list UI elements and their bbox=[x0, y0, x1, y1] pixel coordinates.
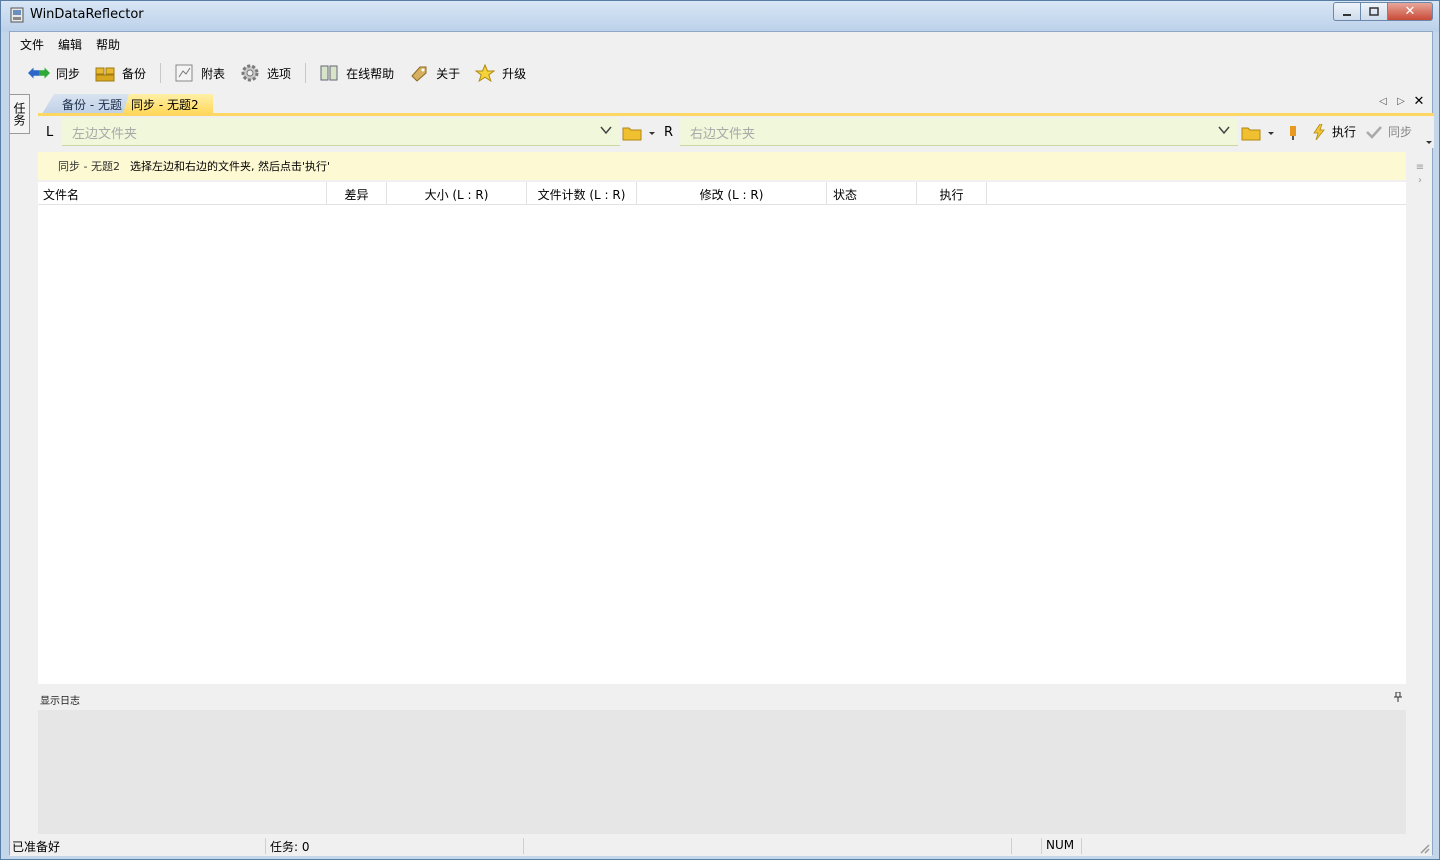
menu-lines-icon: ≡ bbox=[1415, 162, 1425, 173]
status-empty bbox=[1012, 838, 1042, 854]
status-empty bbox=[524, 838, 1012, 854]
sync-arrows-icon bbox=[28, 63, 50, 83]
side-tab-label: 任务 bbox=[12, 102, 26, 126]
backup-label: 备份 bbox=[122, 66, 147, 81]
expand-arrow-icon: › bbox=[1418, 175, 1422, 186]
right-side-label: R bbox=[664, 125, 674, 140]
tab-next-icon[interactable]: ▷ bbox=[1392, 96, 1410, 107]
file-grid[interactable]: 文件名 差异 大小 (L : R) 文件计数 (L : R) 修改 (L : R… bbox=[38, 182, 1406, 684]
column-size[interactable]: 大小 (L : R) bbox=[387, 182, 527, 205]
backup-button[interactable]: 备份 bbox=[90, 60, 150, 86]
appendix-icon bbox=[173, 63, 195, 83]
column-filename[interactable]: 文件名 bbox=[38, 182, 327, 205]
more-dropdown-icon[interactable] bbox=[1425, 138, 1433, 146]
document-tabs: 备份 - 无题 同步 - 无题2 bbox=[38, 92, 1434, 114]
status-bar: 已准备好 任务: 0 NUM bbox=[10, 836, 1432, 856]
tab-prev-icon[interactable]: ◁ bbox=[1374, 96, 1392, 107]
right-folder-placeholder: 右边文件夹 bbox=[690, 127, 756, 142]
online-help-label: 在线帮助 bbox=[346, 66, 395, 81]
close-icon: ✕ bbox=[1404, 4, 1416, 19]
book-icon bbox=[318, 63, 340, 83]
status-num: NUM bbox=[1042, 838, 1082, 854]
tab-backup[interactable]: 备份 - 无题 bbox=[42, 94, 132, 114]
folder-icon bbox=[1241, 127, 1261, 141]
tab-close-icon[interactable]: ✕ bbox=[1410, 94, 1428, 109]
tab-sync[interactable]: 同步 - 无题2 bbox=[123, 94, 213, 114]
column-action[interactable]: 执行 bbox=[917, 182, 987, 205]
right-folder-browse-button[interactable] bbox=[1241, 124, 1275, 142]
info-bar: 同步 - 无题2 选择左边和右边的文件夹, 然后点击'执行' bbox=[38, 152, 1406, 180]
status-tasks: 任务: 0 bbox=[266, 838, 524, 854]
menu-bar: 文件 编辑 帮助 bbox=[10, 32, 1432, 56]
window-title: WinDataReflector bbox=[30, 7, 144, 22]
marker-icon[interactable] bbox=[1288, 125, 1298, 141]
toolbar-separator bbox=[305, 63, 307, 83]
appendix-button[interactable]: 附表 bbox=[169, 60, 229, 86]
toolbar-separator bbox=[160, 63, 162, 83]
lightning-icon bbox=[1313, 123, 1325, 140]
menu-help[interactable]: 帮助 bbox=[90, 34, 126, 55]
side-scroller[interactable]: ≡ › bbox=[1414, 162, 1426, 222]
check-icon bbox=[1366, 125, 1382, 139]
left-side-label: L bbox=[46, 125, 54, 140]
status-ready: 已准备好 bbox=[10, 838, 266, 854]
left-folder-input[interactable]: 左边文件夹 bbox=[62, 118, 620, 146]
resize-grip-icon[interactable] bbox=[1418, 842, 1430, 854]
tab-backup-label: 备份 - 无题 bbox=[62, 98, 122, 112]
info-title: 同步 - 无题2 bbox=[58, 160, 120, 173]
sync-run-button[interactable]: 同步 bbox=[1366, 123, 1412, 140]
tag-icon bbox=[408, 63, 430, 83]
log-label[interactable]: 显示日志 bbox=[40, 692, 80, 707]
side-tab-tasks[interactable]: 任务 bbox=[10, 94, 30, 134]
folder-icon bbox=[622, 127, 642, 141]
options-label: 选项 bbox=[267, 66, 292, 81]
minimize-icon bbox=[1343, 13, 1351, 16]
sync-button[interactable]: 同步 bbox=[24, 60, 84, 86]
execute-button[interactable]: 执行 bbox=[1312, 123, 1356, 140]
upgrade-button[interactable]: 升级 bbox=[470, 60, 530, 86]
online-help-button[interactable]: 在线帮助 bbox=[314, 60, 398, 86]
chevron-down-icon[interactable] bbox=[600, 124, 612, 136]
gear-icon bbox=[239, 63, 261, 83]
pin-icon[interactable] bbox=[1394, 691, 1402, 705]
dropdown-arrow-icon bbox=[649, 132, 655, 135]
sync-label: 同步 bbox=[56, 66, 81, 81]
right-folder-input[interactable]: 右边文件夹 bbox=[680, 118, 1238, 146]
column-modified[interactable]: 修改 (L : R) bbox=[637, 182, 827, 205]
backup-icon bbox=[94, 63, 116, 83]
column-diff[interactable]: 差异 bbox=[327, 182, 387, 205]
column-file-count[interactable]: 文件计数 (L : R) bbox=[527, 182, 637, 205]
dropdown-arrow-icon bbox=[1268, 132, 1274, 135]
log-panel[interactable] bbox=[38, 710, 1406, 834]
left-folder-browse-button[interactable] bbox=[622, 124, 656, 142]
about-label: 关于 bbox=[436, 66, 461, 81]
sync-run-label: 同步 bbox=[1388, 125, 1413, 139]
grid-header: 文件名 差异 大小 (L : R) 文件计数 (L : R) 修改 (L : R… bbox=[38, 182, 1406, 205]
appendix-label: 附表 bbox=[201, 66, 226, 81]
chevron-down-icon[interactable] bbox=[1218, 124, 1230, 136]
app-window: WinDataReflector ✕ 文件 编辑 帮助 同步 备份 附表 选项 … bbox=[0, 0, 1440, 860]
close-button[interactable]: ✕ bbox=[1387, 2, 1433, 21]
upgrade-label: 升级 bbox=[502, 66, 527, 81]
maximize-button[interactable] bbox=[1360, 2, 1387, 21]
options-button[interactable]: 选项 bbox=[235, 60, 295, 86]
about-button[interactable]: 关于 bbox=[404, 60, 464, 86]
info-message: 选择左边和右边的文件夹, 然后点击'执行' bbox=[129, 160, 331, 173]
client-area: 文件 编辑 帮助 同步 备份 附表 选项 在线帮助 关于 升级 任务 备份 - … bbox=[9, 31, 1434, 856]
tab-sync-label: 同步 - 无题2 bbox=[131, 98, 199, 112]
title-bar[interactable]: WinDataReflector ✕ bbox=[1, 1, 1439, 31]
app-icon bbox=[10, 7, 24, 23]
star-icon bbox=[474, 63, 496, 83]
column-status[interactable]: 状态 bbox=[827, 182, 917, 205]
path-row: L 左边文件夹 R 右边文件夹 执行 同步 bbox=[38, 116, 1434, 148]
menu-file[interactable]: 文件 bbox=[14, 34, 50, 55]
execute-label: 执行 bbox=[1332, 125, 1357, 139]
menu-edit[interactable]: 编辑 bbox=[52, 34, 88, 55]
minimize-button[interactable] bbox=[1333, 2, 1360, 21]
tab-navigation: ◁ ▷ ✕ bbox=[1374, 94, 1428, 109]
toolbar: 同步 备份 附表 选项 在线帮助 关于 升级 bbox=[10, 58, 1432, 88]
left-folder-placeholder: 左边文件夹 bbox=[72, 127, 138, 142]
maximize-icon bbox=[1369, 6, 1379, 16]
